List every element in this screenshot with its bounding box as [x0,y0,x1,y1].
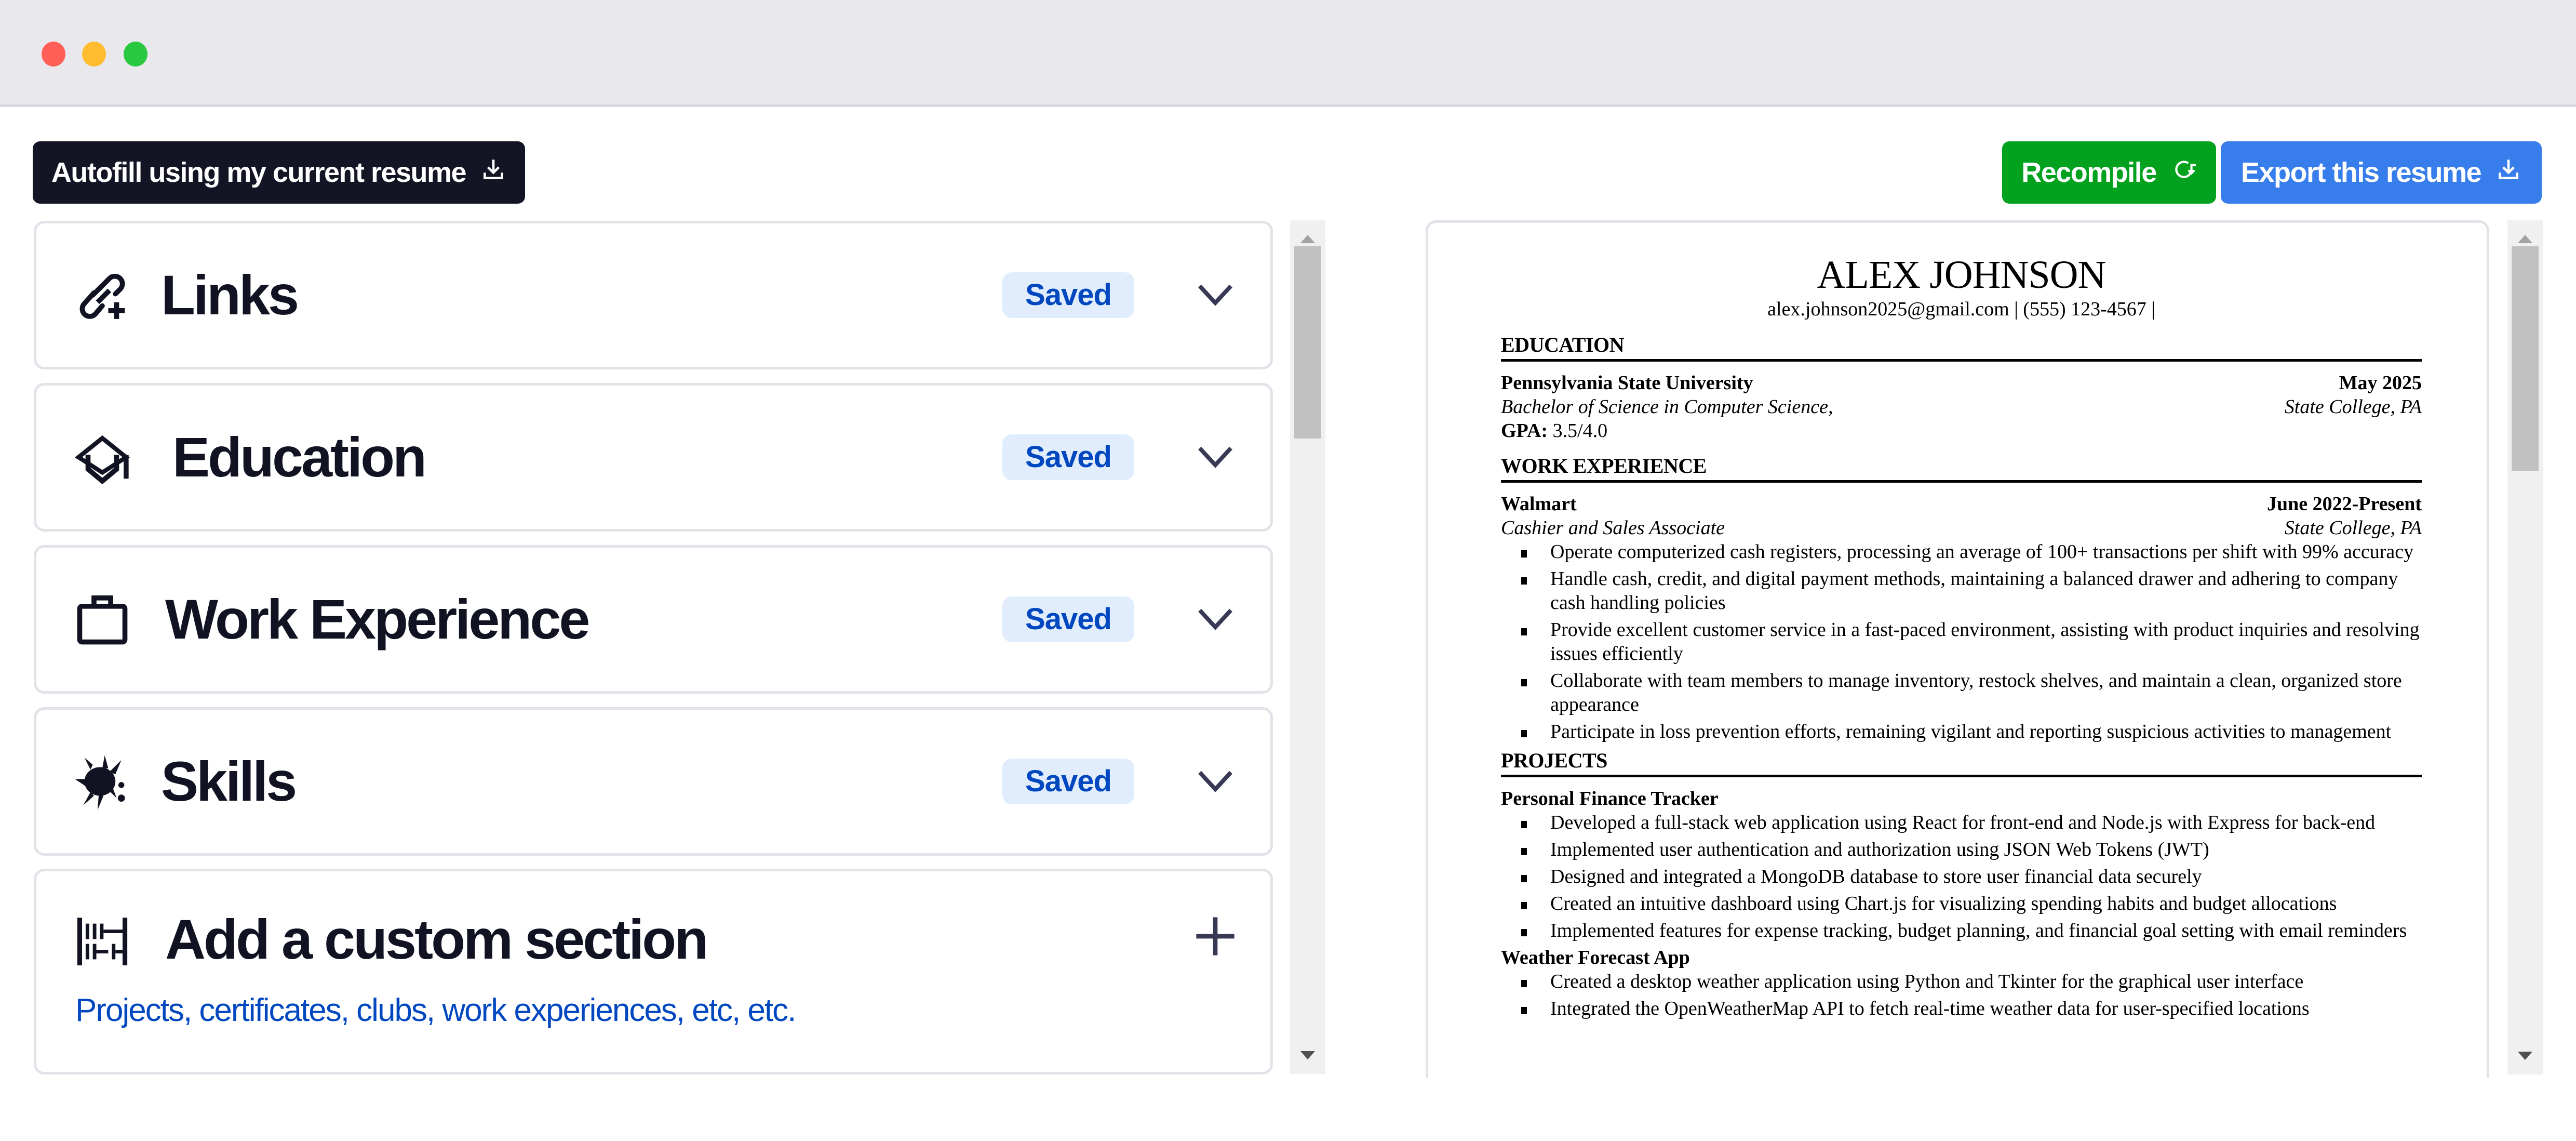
resume-contact: alex.johnson2025@gmail.com | (555) 123-4… [1767,298,2155,320]
resume-education-date: May 2025 [2339,372,2422,394]
resume-section-heading: WORK EXPERIENCE [1501,454,2422,483]
section-card-links[interactable]: Links Saved [34,221,1273,369]
resume-bullet: Created an intuitive dashboard using Cha… [1521,892,2422,916]
window-titlebar [0,0,2576,107]
section-card-skills[interactable]: Skills Saved [34,707,1273,856]
recompile-label: Recompile [2021,157,2157,188]
chevron-down-icon[interactable] [1195,599,1236,640]
maximize-window-button[interactable] [124,42,147,67]
left-panel-scrollbar[interactable] [1290,220,1325,1074]
scroll-up-arrow-icon[interactable] [2518,235,2532,243]
briefcase-icon [74,591,131,648]
resume-section-heading: PROJECTS [1501,749,2422,777]
resume-preview-scrollbar[interactable] [2507,220,2543,1074]
resume-scroll-thumb[interactable] [2512,246,2539,471]
resume-degree: Bachelor of Science in Computer Science, [1501,396,1833,418]
resume-work-bullets: Operate computerized cash registers, pro… [1501,540,2422,744]
resume-project-bullets: Developed a full-stack web application u… [1501,811,2422,943]
resume-preview-panel: ALEX JOHNSON alex.johnson2025@gmail.com … [1426,220,2489,1078]
graduation-cap-icon [74,429,131,486]
resume-bullet: Integrated the OpenWeatherMap API to fet… [1521,997,2422,1020]
section-title-links: Links [161,263,299,326]
add-custom-section-title: Add a custom section [165,908,708,971]
close-window-button[interactable] [42,42,65,67]
resume-bullet: Implemented features for expense trackin… [1521,919,2422,943]
resume-company: Walmart [1501,493,1577,515]
custom-section-subtitle: Projects, certificates, clubs, work expe… [75,992,796,1028]
resume-work-date: June 2022-Present [2267,493,2422,515]
chevron-down-icon[interactable] [1195,274,1236,316]
resume-bullet: Developed a full-stack web application u… [1521,811,2422,834]
resume-project-bullets: Created a desktop weather application us… [1501,970,2422,1020]
resume-bullet: Participate in loss prevention efforts, … [1521,720,2422,744]
resume-bullet: Implemented user authentication and auth… [1521,838,2422,861]
status-badge: Saved [1002,434,1134,480]
resume-bullet: Designed and integrated a MongoDB databa… [1521,865,2422,888]
download-icon [480,156,506,189]
scroll-down-arrow-icon[interactable] [2518,1052,2532,1060]
resume-bullet: Created a desktop weather application us… [1521,970,2422,993]
resume-name: ALEX JOHNSON [1817,253,2107,297]
resume-gpa: GPA: 3.5/4.0 [1501,419,2422,443]
scroll-down-arrow-icon[interactable] [1300,1051,1315,1059]
export-resume-button[interactable]: Export this resume [2221,141,2542,204]
status-badge: Saved [1002,272,1134,318]
scroll-up-arrow-icon[interactable] [1300,235,1315,243]
chevron-down-icon[interactable] [1195,761,1236,802]
resume-bullet: Collaborate with team members to manage … [1521,669,2422,717]
resume-education-location: State College, PA [2284,396,2422,418]
resume-project-name: Personal Finance Tracker [1501,788,1719,810]
resume-project-name: Weather Forecast App [1501,947,1690,968]
minimize-window-button[interactable] [82,42,106,67]
chevron-down-icon[interactable] [1195,436,1236,478]
resume-bullet: Operate computerized cash registers, pro… [1521,540,2422,564]
status-badge: Saved [1002,758,1134,804]
resume-school: Pennsylvania State University [1501,372,1753,394]
section-title-work-experience: Work Experience [165,588,590,651]
add-custom-section-card[interactable]: Add a custom section Projects, certifica… [34,869,1273,1074]
section-title-skills: Skills [161,750,297,813]
resume-role: Cashier and Sales Associate [1501,517,1725,539]
resume-bullet: Provide excellent customer service in a … [1521,618,2422,666]
autofill-label: Autofill using my current resume [51,157,467,188]
section-card-education[interactable]: Education Saved [34,383,1273,532]
download-icon [2496,156,2521,189]
section-title-education: Education [172,426,427,488]
export-label: Export this resume [2240,157,2482,188]
left-scroll-thumb[interactable] [1294,246,1321,439]
resume-document: ALEX JOHNSON alex.johnson2025@gmail.com … [1501,254,2422,1024]
resume-work-location: State College, PA [2284,517,2422,539]
resume-section-heading: EDUCATION [1501,333,2422,362]
plus-icon[interactable] [1195,916,1236,957]
splash-icon [74,753,131,810]
status-badge: Saved [1002,596,1134,642]
resume-bullet: Handle cash, credit, and digital payment… [1521,567,2422,615]
autofill-resume-button[interactable]: Autofill using my current resume [33,141,525,204]
gpa-value: 3.5/4.0 [1548,420,1608,442]
link-plus-icon [74,267,131,324]
abacus-icon [74,913,131,970]
refresh-icon [2171,156,2197,189]
recompile-button[interactable]: Recompile [2002,141,2216,204]
section-card-work-experience[interactable]: Work Experience Saved [34,545,1273,694]
gpa-label: GPA: [1501,420,1548,442]
